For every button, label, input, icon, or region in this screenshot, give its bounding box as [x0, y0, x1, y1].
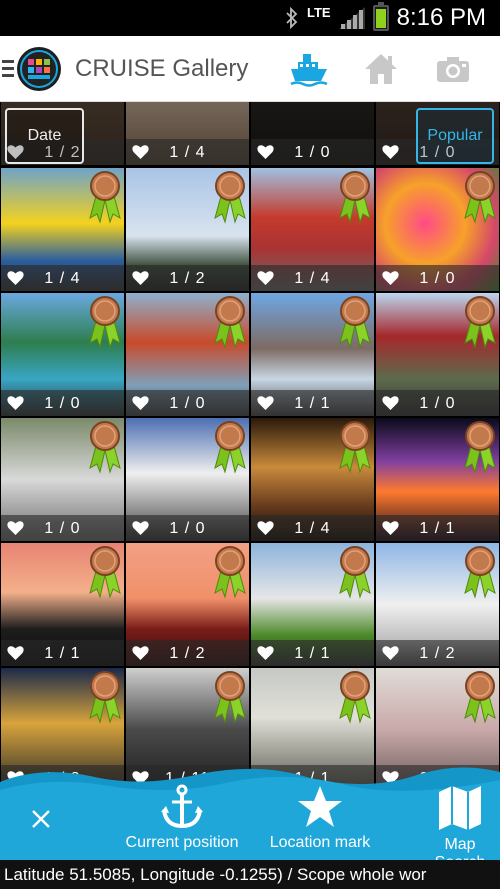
clock: 8:16 PM — [396, 4, 486, 31]
photo-tile[interactable]: 1 / 4 — [126, 102, 249, 165]
home-icon[interactable] — [353, 41, 409, 97]
app-title: CRUISE Gallery — [75, 54, 249, 82]
battery-icon — [372, 2, 389, 31]
like-count: 1 / 2 — [169, 645, 206, 662]
like-count: 1 / 1 — [419, 520, 456, 537]
bronze-medal-icon — [214, 171, 246, 224]
photo-tile[interactable]: 1 / 0 — [376, 168, 499, 291]
photo-tile[interactable]: 1 / 1 — [376, 418, 499, 541]
photo-tile[interactable]: 1 / 2 — [126, 543, 249, 666]
bronze-medal-icon — [214, 296, 246, 349]
close-icon[interactable] — [26, 804, 56, 834]
like-count: 1 / 2 — [419, 645, 456, 662]
photo-tile[interactable]: 1 / 1 — [1, 543, 124, 666]
photo-tile[interactable]: 1 / 1 — [251, 543, 374, 666]
status-bar: LTE 8:16 PM — [0, 0, 500, 36]
photo-tile[interactable]: 1 / 0 — [126, 418, 249, 541]
photo-tile[interactable]: 1 / 4 — [1, 168, 124, 291]
action-bar: CRUISE Gallery — [0, 36, 500, 102]
bronze-medal-icon — [214, 546, 246, 599]
bronze-medal-icon — [464, 171, 496, 224]
map-icon — [439, 786, 481, 830]
bronze-medal-icon — [89, 546, 121, 599]
photo-tile[interactable]: 1 / 0 — [1, 293, 124, 416]
menu-icon[interactable] — [2, 60, 14, 77]
bronze-medal-icon — [339, 171, 371, 224]
bronze-medal-icon — [339, 421, 371, 474]
photo-grid: 0 / 11 / 11 / 111 / 81 / 21 / 11 / 21 / … — [0, 102, 500, 812]
sort-popular-button[interactable]: Popular — [416, 108, 494, 164]
bronze-medal-icon — [339, 546, 371, 599]
app-logo-icon — [20, 49, 58, 88]
camera-icon[interactable] — [425, 41, 481, 97]
current-position-label: Current position — [125, 834, 239, 851]
like-count: 1 / 4 — [44, 270, 81, 287]
location-mark-button[interactable]: Location mark — [262, 784, 378, 852]
photo-tile[interactable]: 1 / 2 — [126, 168, 249, 291]
photo-tile[interactable]: 1 / 0 — [376, 293, 499, 416]
current-position-button[interactable]: Current position — [117, 784, 247, 852]
photo-tile[interactable]: 1 / 0 — [126, 293, 249, 416]
bronze-medal-icon — [339, 671, 371, 724]
bluetooth-icon — [286, 7, 298, 29]
location-mark-label: Location mark — [269, 834, 371, 851]
sort-date-button[interactable]: Date — [5, 108, 84, 164]
photo-tile[interactable]: 1 / 0 — [251, 102, 374, 165]
bronze-medal-icon — [339, 296, 371, 349]
like-count: 1 / 0 — [44, 520, 81, 537]
like-count: 1 / 1 — [294, 395, 331, 412]
like-count: 1 / 0 — [419, 395, 456, 412]
like-count: 1 / 4 — [294, 520, 331, 537]
like-count: 1 / 0 — [294, 144, 331, 161]
anchor-icon — [161, 784, 203, 829]
bronze-medal-icon — [89, 421, 121, 474]
bronze-medal-icon — [464, 296, 496, 349]
photo-tile[interactable]: 1 / 4 — [251, 168, 374, 291]
bronze-medal-icon — [464, 421, 496, 474]
bronze-medal-icon — [214, 671, 246, 724]
like-count: 1 / 0 — [419, 270, 456, 287]
like-count: 1 / 1 — [294, 645, 331, 662]
bronze-medal-icon — [89, 671, 121, 724]
photo-tile[interactable]: 1 / 2 — [376, 543, 499, 666]
star-icon — [298, 786, 342, 827]
like-count: 1 / 0 — [169, 520, 206, 537]
like-count: 1 / 4 — [294, 270, 331, 287]
bottom-toolbar: Current position Location mark Map Searc… — [0, 760, 500, 871]
like-count: 1 / 2 — [169, 270, 206, 287]
coordinates-text: Latitude 51.5085, Longitude -0.1255) / S… — [0, 860, 500, 889]
cruise-ship-icon[interactable] — [281, 41, 337, 97]
photo-tile[interactable]: 1 / 1 — [251, 293, 374, 416]
bronze-medal-icon — [464, 671, 496, 724]
map-search-button[interactable]: Map Search — [415, 784, 500, 872]
like-count: 1 / 1 — [44, 645, 81, 662]
app-logo[interactable] — [17, 46, 61, 91]
bronze-medal-icon — [214, 421, 246, 474]
signal-icon — [338, 7, 365, 29]
bronze-medal-icon — [464, 546, 496, 599]
network-type: LTE — [307, 4, 331, 20]
like-count: 1 / 0 — [44, 395, 81, 412]
photo-tile[interactable]: 1 / 4 — [251, 418, 374, 541]
like-count: 1 / 4 — [169, 144, 206, 161]
like-count: 1 / 0 — [169, 395, 206, 412]
bronze-medal-icon — [89, 296, 121, 349]
photo-tile[interactable]: 1 / 0 — [1, 418, 124, 541]
bronze-medal-icon — [89, 171, 121, 224]
